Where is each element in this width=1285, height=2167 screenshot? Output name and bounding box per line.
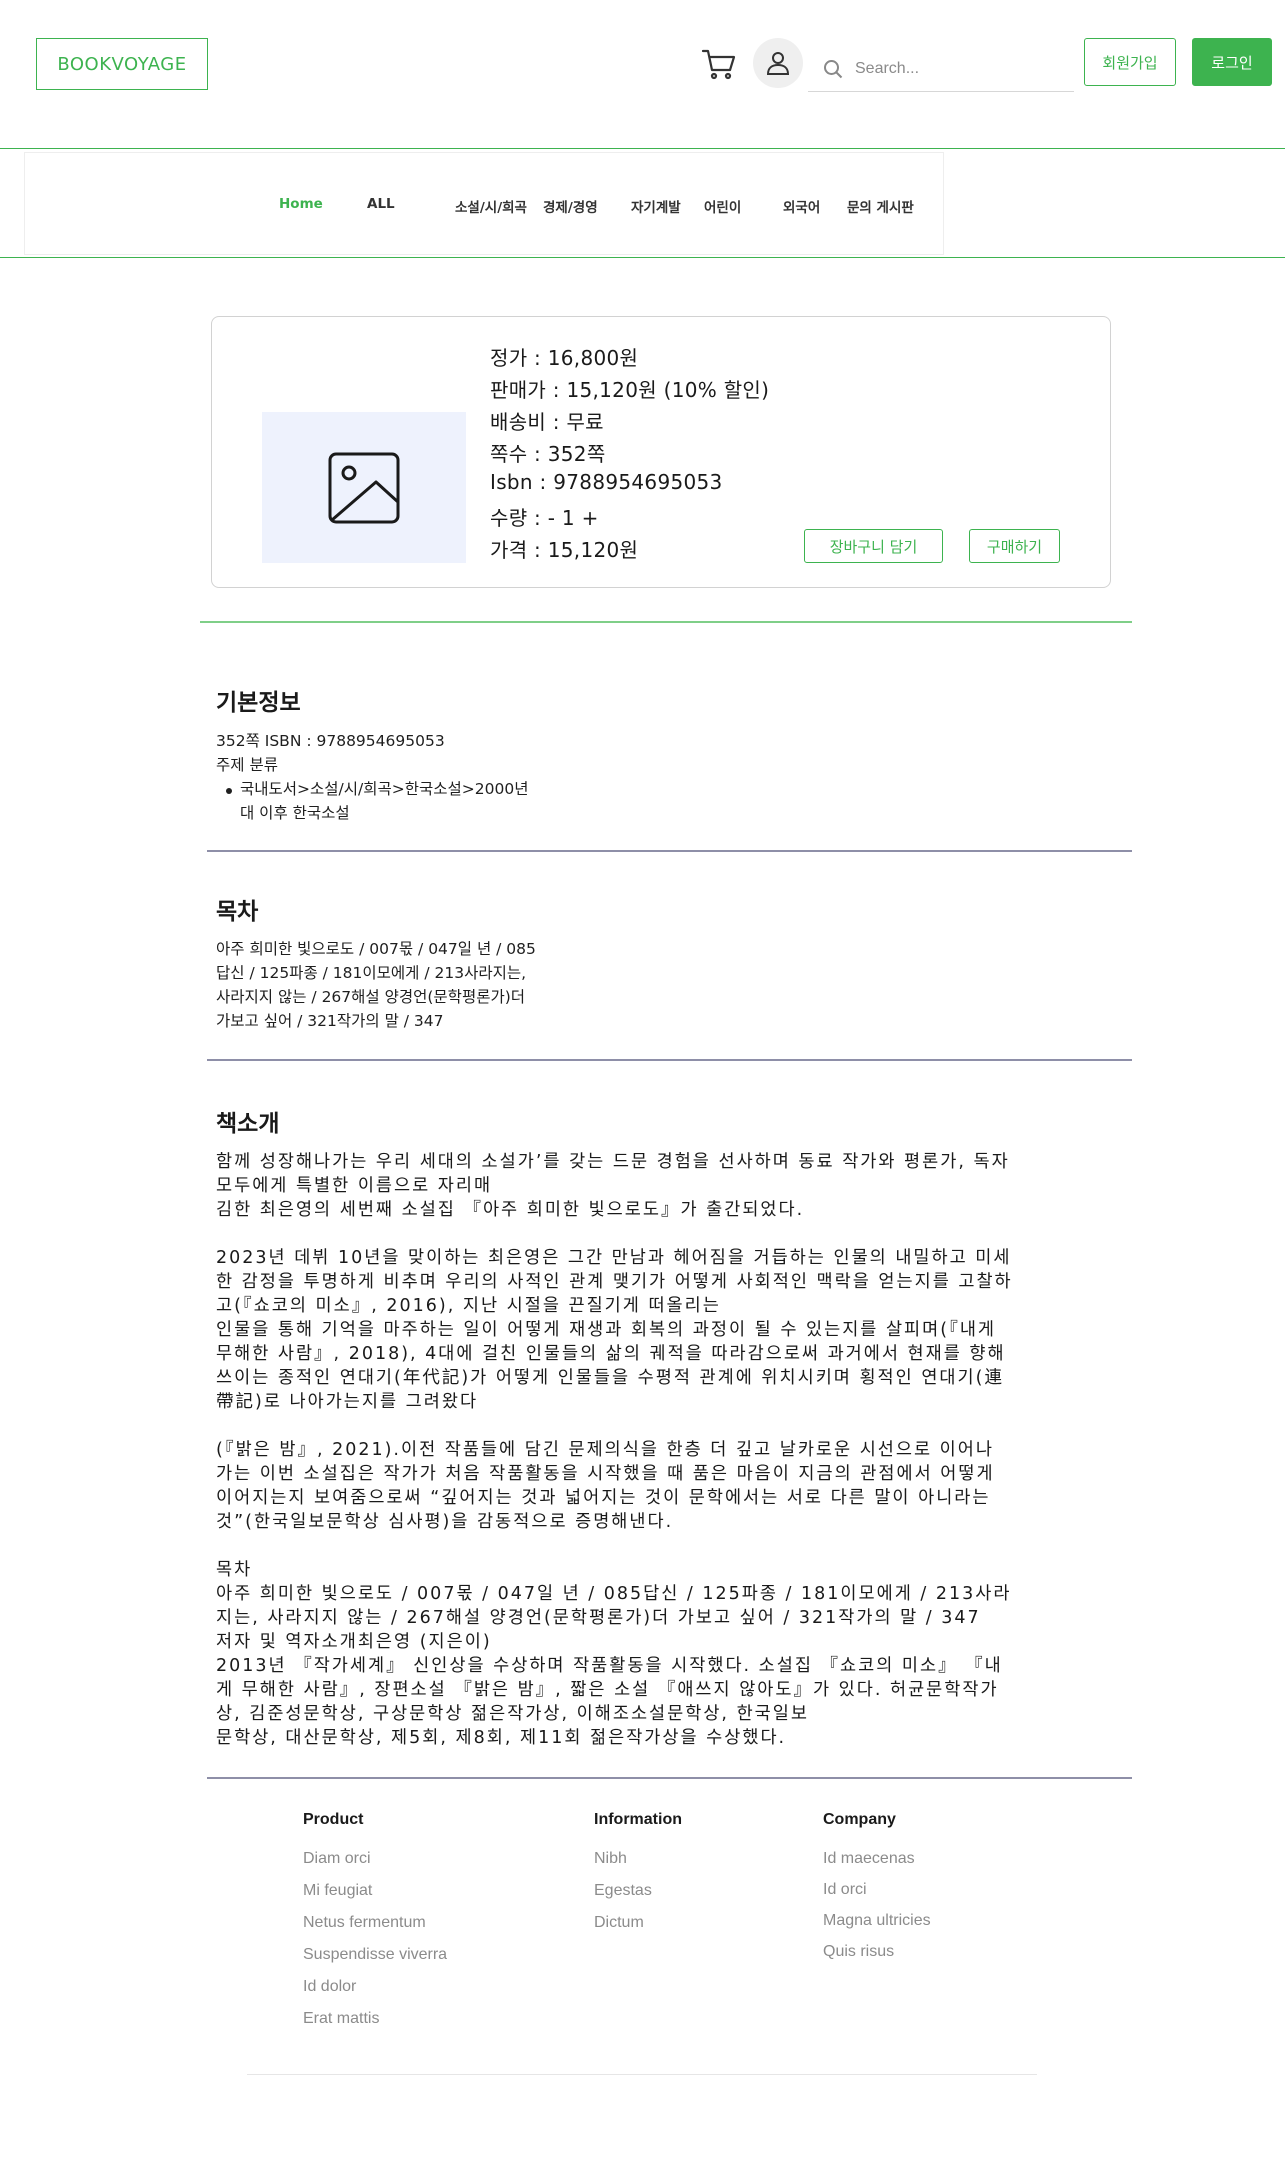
toc-line: 가보고 싶어 / 321작가의 말 / 347 xyxy=(216,1012,444,1030)
login-button[interactable]: 로그인 xyxy=(1192,38,1272,86)
category-path[interactable]: 국내도서>소설/시/희곡>한국소설>2000년 xyxy=(240,777,529,801)
page-count: 쪽수 : 352쪽 xyxy=(490,442,606,466)
cart-icon[interactable] xyxy=(700,45,738,83)
divider xyxy=(207,1777,1132,1779)
product-image xyxy=(262,412,466,563)
user-avatar-button[interactable] xyxy=(753,38,803,88)
book-intro-body: 함께 성장해나가는 우리 세대의 소설가’를 갖는 드문 경험을 선사하며 동료… xyxy=(216,1152,1013,1748)
footer-link[interactable]: Nibh xyxy=(594,1850,627,1868)
footer-link[interactable]: Id dolor xyxy=(303,1978,356,1996)
toc-title: 목차 xyxy=(216,899,259,925)
add-to-cart-button[interactable]: 장바구니 담기 xyxy=(804,529,943,563)
footer-heading-information: Information xyxy=(594,1811,682,1828)
footer-link[interactable]: Erat mattis xyxy=(303,2010,379,2028)
list-price: 정가 : 16,800원 xyxy=(490,346,639,370)
nav-item-home[interactable]: Home xyxy=(279,196,323,212)
buy-button[interactable]: 구매하기 xyxy=(969,529,1060,563)
toc-line: 사라지지 않는 / 267해설 양경언(문학평론가)더 xyxy=(216,988,526,1006)
image-placeholder-icon xyxy=(328,452,400,523)
footer-link[interactable]: Id orci xyxy=(823,1881,867,1899)
user-icon xyxy=(766,52,790,75)
nav-item-economy[interactable]: 경제/경영 xyxy=(543,196,598,216)
nav-item-foreign-language[interactable]: 외국어 xyxy=(783,196,820,216)
bullet xyxy=(226,788,232,794)
nav-item-all[interactable]: ALL xyxy=(367,196,395,212)
logo[interactable]: BOOKVOYAGE xyxy=(36,38,208,90)
shipping-fee: 배송비 : 무료 xyxy=(490,410,604,434)
footer-link[interactable]: Suspendisse viverra xyxy=(303,1946,447,1964)
basic-info-pages-isbn: 352쪽 ISBN : 9788954695053 xyxy=(216,732,445,750)
footer-link[interactable]: Egestas xyxy=(594,1882,652,1900)
search-icon xyxy=(824,59,843,78)
nav-item-self-help[interactable]: 자기계발 xyxy=(631,196,681,216)
divider xyxy=(207,1059,1132,1061)
nav-divider-bottom xyxy=(0,257,1285,258)
nav-item-children[interactable]: 어린이 xyxy=(704,196,741,216)
search-input[interactable] xyxy=(855,59,1055,78)
sale-price: 판매가 : 15,120원 (10% 할인) xyxy=(490,378,770,402)
footer-link[interactable]: Quis risus xyxy=(823,1943,894,1961)
basic-info-title: 기본정보 xyxy=(216,690,301,716)
book-intro-title: 책소개 xyxy=(216,1111,280,1137)
nav-divider-top xyxy=(0,148,1285,149)
nav-item-inquiry-board[interactable]: 문의 게시판 xyxy=(847,196,914,216)
category-path-cont[interactable]: 대 이후 한국소설 xyxy=(240,801,350,825)
subject-category-label: 주제 분류 xyxy=(216,756,278,774)
toc-line: 아주 희미한 빛으로도 / 007몫 / 047일 년 / 085 xyxy=(216,940,536,958)
footer-link[interactable]: Dictum xyxy=(594,1914,644,1932)
footer-link[interactable]: Netus fermentum xyxy=(303,1914,426,1932)
quantity-stepper[interactable]: 수량 : - 1 + xyxy=(490,502,599,531)
nav-item-fiction[interactable]: 소설/시/희곡 xyxy=(455,196,527,216)
search-bar xyxy=(808,46,1074,92)
isbn: Isbn : 9788954695053 xyxy=(490,470,723,494)
footer-heading-product: Product xyxy=(303,1811,364,1828)
divider xyxy=(200,621,1132,623)
footer-heading-company: Company xyxy=(823,1811,896,1828)
footer-link[interactable]: Magna ultricies xyxy=(823,1912,931,1930)
signup-button[interactable]: 회원가입 xyxy=(1084,38,1176,86)
footer-link[interactable]: Id maecenas xyxy=(823,1850,915,1868)
footer-link[interactable]: Diam orci xyxy=(303,1850,371,1868)
toc-line: 답신 / 125파종 / 181이모에게 / 213사라지는, xyxy=(216,964,527,982)
footer-divider xyxy=(247,2074,1037,2075)
total-price: 가격 : 15,120원 xyxy=(490,538,639,562)
divider xyxy=(207,850,1132,852)
footer-link[interactable]: Mi feugiat xyxy=(303,1882,372,1900)
